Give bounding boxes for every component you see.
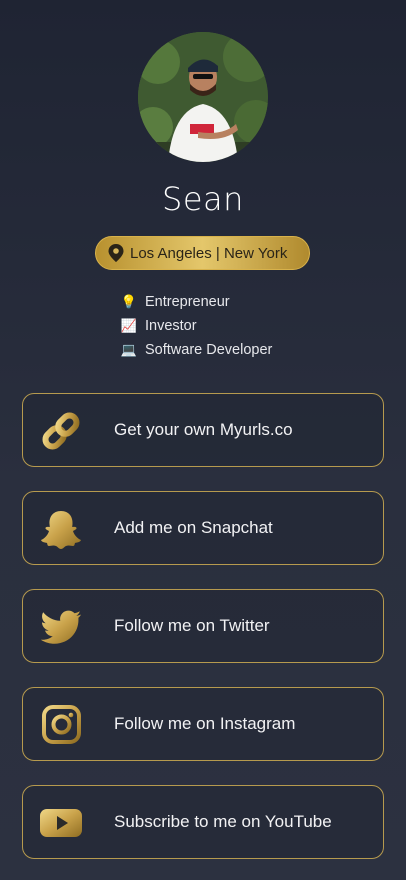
location-text: Los Angeles | New York [130, 244, 288, 262]
location-badge: Los Angeles | New York [95, 236, 310, 270]
link-button-instagram[interactable]: Follow me on Instagram [22, 687, 384, 761]
snapchat-icon [39, 507, 83, 551]
link-label: Add me on Snapchat [114, 518, 273, 537]
link-button-myurls[interactable]: Get your own Myurls.co [22, 393, 384, 467]
laptop-icon: 💻 [120, 342, 138, 357]
bio-text: Investor [145, 318, 197, 334]
profile-name: Sean [162, 180, 244, 218]
bio-item: 💻 Software Developer [120, 338, 272, 362]
lightbulb-icon: 💡 [120, 294, 138, 309]
link-button-snapchat[interactable]: Add me on Snapchat [22, 491, 384, 565]
bio-text: Entrepreneur [145, 294, 230, 310]
bio-text: Software Developer [145, 342, 273, 358]
bio-item: 📈 Investor [120, 314, 272, 338]
chart-icon: 📈 [120, 318, 138, 333]
youtube-icon [39, 801, 83, 845]
bio-list: 💡 Entrepreneur 📈 Investor 💻 Software Dev… [120, 290, 272, 362]
link-label: Follow me on Twitter [114, 616, 270, 635]
link-button-youtube[interactable]: Subscribe to me on YouTube [22, 785, 384, 859]
instagram-icon [39, 703, 83, 747]
links-list: Get your own Myurls.co Add me on Snapcha… [22, 393, 384, 880]
twitter-icon [39, 605, 83, 649]
link-button-twitter[interactable]: Follow me on Twitter [22, 589, 384, 663]
link-label: Subscribe to me on YouTube [114, 812, 332, 831]
link-icon [39, 409, 83, 453]
link-label: Follow me on Instagram [114, 714, 296, 733]
bio-item: 💡 Entrepreneur [120, 290, 272, 314]
location-pin-icon [108, 244, 124, 262]
link-label: Get your own Myurls.co [114, 420, 293, 439]
avatar [138, 32, 268, 162]
